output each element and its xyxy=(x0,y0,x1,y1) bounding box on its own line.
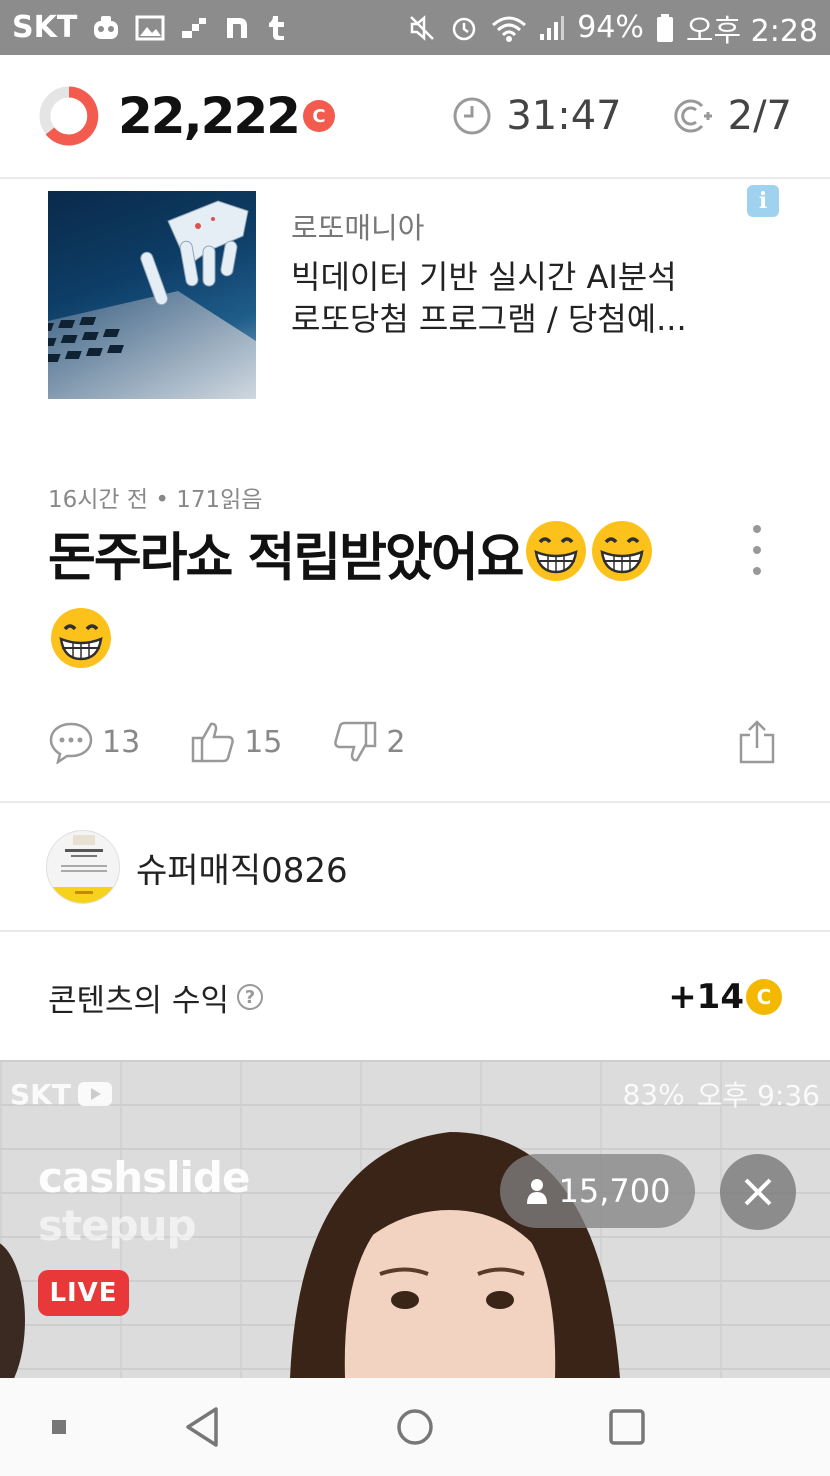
grin-emoji-icon xyxy=(589,518,655,605)
alarm-icon xyxy=(449,13,479,43)
post-meta: 16시간 전 • 171읽음 xyxy=(48,487,263,513)
back-triangle-icon xyxy=(180,1402,224,1452)
post-actions: 13 15 2 xyxy=(48,712,788,772)
grin-emoji-icon xyxy=(523,518,589,605)
timer: 31:47 xyxy=(452,93,622,139)
ad-info-icon[interactable]: i xyxy=(747,185,779,217)
menu-button[interactable] xyxy=(48,1402,70,1452)
author-name[interactable]: 슈퍼매직0826 xyxy=(136,843,348,892)
earnings-label: 콘텐츠의 수익 xyxy=(48,982,229,1019)
grin-emoji-icon xyxy=(48,605,114,692)
like-button[interactable]: 15 xyxy=(190,720,282,764)
comment-icon xyxy=(48,720,94,764)
back-button[interactable] xyxy=(180,1402,224,1452)
home-button[interactable] xyxy=(394,1402,436,1452)
thumbs-down-icon xyxy=(332,720,378,764)
coin-plus-icon xyxy=(672,96,714,136)
brand-logo: cashslide stepup xyxy=(38,1153,250,1250)
status-bar: SKT 94% 오후 2:28 xyxy=(0,0,830,55)
divider xyxy=(0,801,830,803)
points-total: 22,222 xyxy=(118,87,301,145)
app-steps-icon xyxy=(179,14,209,42)
ad-source: 로또매니아 xyxy=(291,211,425,245)
mute-icon xyxy=(407,13,437,43)
square-small-icon xyxy=(48,1402,70,1452)
video-status-overlay: SKT 83% 오후 9:36 xyxy=(10,1074,820,1114)
clock-time: 오후 2:28 xyxy=(685,13,818,49)
thumbs-up-icon xyxy=(190,720,236,764)
count-value: 2/7 xyxy=(727,93,792,139)
ad-title[interactable]: 빅데이터 기반 실시간 AI분석 로또당첨 프로그램 / 당첨예... xyxy=(291,256,721,340)
system-nav-bar xyxy=(0,1378,830,1476)
points-progress-ring-icon xyxy=(38,85,100,147)
youtube-icon xyxy=(77,1081,113,1107)
help-icon[interactable]: ? xyxy=(236,984,263,1010)
coin-badge: C xyxy=(302,100,335,132)
viewer-count: 15,700 xyxy=(500,1154,695,1228)
recents-square-icon xyxy=(606,1402,648,1452)
timer-value: 31:47 xyxy=(506,93,622,139)
coin-badge: C xyxy=(746,979,782,1015)
tumblr-icon xyxy=(265,14,287,42)
ad-title-line1: 빅데이터 기반 실시간 AI분석 xyxy=(291,258,677,296)
share-icon xyxy=(736,719,778,765)
clock-icon xyxy=(452,96,492,136)
content-earnings: 콘텐츠의 수익 ? +14 C xyxy=(0,934,830,1060)
more-options-icon[interactable] xyxy=(745,525,769,575)
naver-icon xyxy=(223,14,251,42)
app-notification-icon xyxy=(91,13,121,43)
video-battery: 83% xyxy=(622,1077,685,1111)
like-count: 15 xyxy=(244,724,283,760)
video-carrier: SKT xyxy=(10,1077,71,1111)
share-button[interactable] xyxy=(736,719,778,765)
viewer-count-value: 15,700 xyxy=(558,1172,671,1210)
divider xyxy=(0,930,830,932)
battery-icon xyxy=(656,13,674,43)
ad-image[interactable] xyxy=(48,191,256,399)
video-time: 오후 9:36 xyxy=(696,1079,820,1112)
gallery-icon xyxy=(135,14,165,42)
earnings-value: +14 xyxy=(668,977,744,1017)
live-badge: LIVE xyxy=(38,1270,129,1316)
brand-line1: cashslide xyxy=(38,1153,250,1202)
ad-banner[interactable]: 로또매니아 빅데이터 기반 실시간 AI분석 로또당첨 프로그램 / 당첨예..… xyxy=(0,180,830,430)
earnings-value-group: +14 C xyxy=(668,977,782,1017)
close-icon xyxy=(742,1176,774,1208)
author-avatar[interactable] xyxy=(46,830,120,904)
wifi-icon xyxy=(491,13,527,43)
comment-count: 13 xyxy=(102,724,141,760)
daily-count: 2/7 xyxy=(672,93,792,139)
carrier-label: SKT xyxy=(12,10,78,45)
post-title: 돈주라쇼 적립받았어요 xyxy=(48,518,738,692)
recents-button[interactable] xyxy=(606,1402,648,1452)
earnings-label-group: 콘텐츠의 수익 ? xyxy=(48,975,263,1020)
brand-line2: stepup xyxy=(38,1201,197,1250)
battery-percent: 94% xyxy=(577,10,644,45)
home-circle-icon xyxy=(394,1402,436,1452)
dislike-button[interactable]: 2 xyxy=(332,720,405,764)
post-title-text: 돈주라쇼 적립받았어요 xyxy=(48,528,525,589)
points-header: 22,222 C 31:47 2/7 xyxy=(0,55,830,179)
comment-button[interactable]: 13 xyxy=(48,720,140,764)
signal-icon xyxy=(539,14,565,42)
dislike-count: 2 xyxy=(386,724,406,760)
author-row[interactable]: 슈퍼매직0826 xyxy=(0,804,830,930)
person-icon xyxy=(525,1177,549,1205)
ad-title-line2: 로또당첨 프로그램 / 당첨예... xyxy=(291,300,687,338)
close-video-button[interactable] xyxy=(720,1154,796,1230)
live-video-banner[interactable]: SKT 83% 오후 9:36 cashslide stepup LIVE 15… xyxy=(0,1060,830,1378)
